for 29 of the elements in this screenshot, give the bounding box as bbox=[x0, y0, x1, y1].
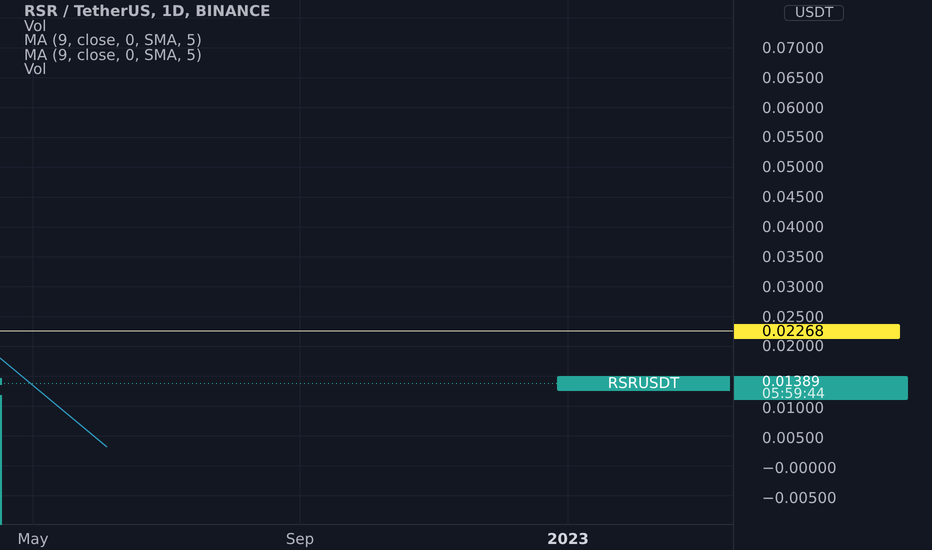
price-label: 0.06000 bbox=[762, 100, 824, 116]
price-label: 0.03000 bbox=[762, 278, 824, 295]
indicator-label: Vol bbox=[24, 62, 46, 76]
bar-countdown: 05:59:44 bbox=[762, 388, 826, 400]
price-label: 0.06500 bbox=[762, 70, 824, 86]
indicator-label: Vol bbox=[24, 18, 46, 33]
price-label: 0.03500 bbox=[762, 248, 824, 265]
candle-marker bbox=[0, 378, 2, 385]
price-label: 0.04500 bbox=[762, 189, 824, 206]
indicator-label: MA (9, close, 0, SMA, 5) bbox=[24, 48, 202, 62]
time-label: May bbox=[18, 529, 48, 550]
price-label: −0.00000 bbox=[762, 462, 837, 474]
time-label: 2023 bbox=[547, 529, 589, 550]
indicator-label: MA (9, close, 0, SMA, 5) bbox=[24, 33, 202, 48]
symbol-tag: RSRUSDT bbox=[557, 376, 730, 391]
time-label: Sep bbox=[286, 529, 314, 550]
price-label: 0.05000 bbox=[762, 159, 824, 176]
price-label: 0.04000 bbox=[762, 218, 824, 235]
price-label: 0.07000 bbox=[762, 40, 824, 56]
price-label: 0.01000 bbox=[762, 402, 824, 414]
alert-price-tag: 0.02268 bbox=[734, 324, 900, 339]
current-price: 0.01389 bbox=[762, 376, 820, 388]
price-label: −0.00500 bbox=[762, 492, 837, 504]
price-label: 0.02000 bbox=[762, 338, 824, 354]
price-label: 0.00500 bbox=[762, 432, 824, 444]
price-label: 0.02500 bbox=[762, 308, 824, 325]
currency-button[interactable]: USDT bbox=[784, 5, 844, 21]
price-label: 0.05500 bbox=[762, 129, 824, 146]
chart-title: RSR / TetherUS, 1D, BINANCE bbox=[24, 4, 270, 18]
